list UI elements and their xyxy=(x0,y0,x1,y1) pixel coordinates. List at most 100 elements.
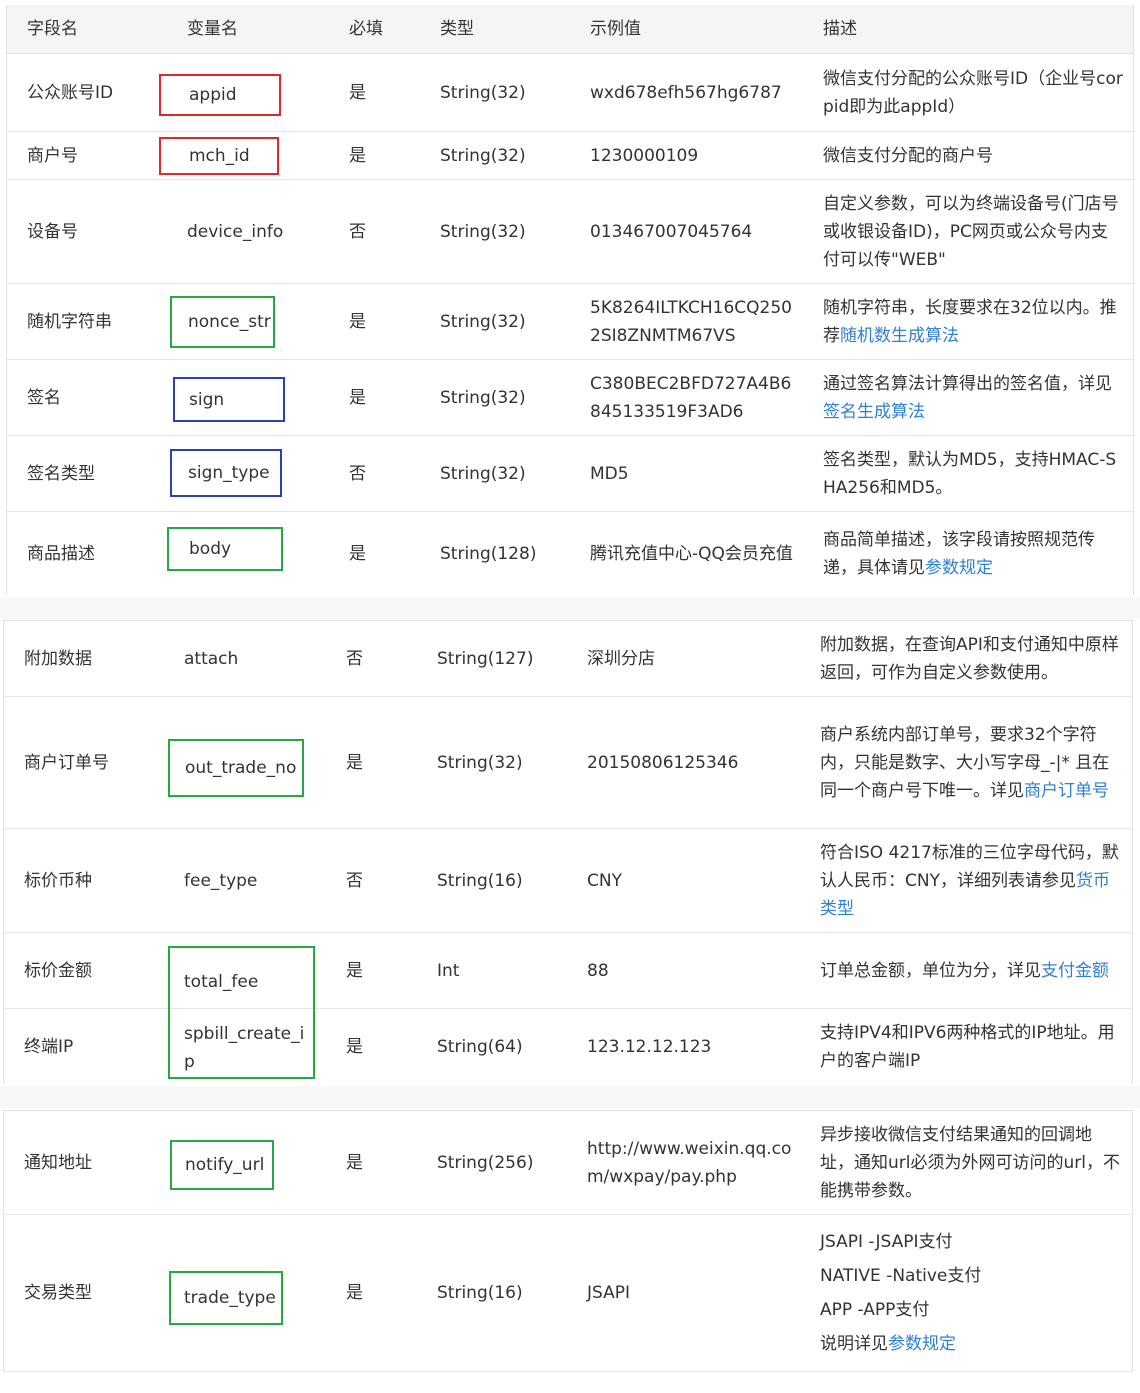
highlight-box-green: trade_type xyxy=(169,1271,283,1325)
variable-name: fee_type xyxy=(184,870,258,891)
highlight-box-blue: sign xyxy=(173,377,285,422)
field-name: 签名类型 xyxy=(27,463,95,484)
highlight-box-red: mch_id xyxy=(159,137,279,175)
type-value: Int xyxy=(437,960,460,981)
header-required: 必填 xyxy=(349,19,383,39)
required-flag: 否 xyxy=(349,221,366,242)
required-flag: 否 xyxy=(346,870,363,891)
table-row: 签名 sign 是 String(32) C380BEC2BFD727A4B68… xyxy=(7,360,1133,436)
type-value: String(127) xyxy=(437,648,534,669)
description: 商户系统内部订单号，要求32个字符内，只能是数字、大小写字母_-|* 且在同一个… xyxy=(820,697,1120,828)
type-value: String(32) xyxy=(440,463,526,484)
segment-gap xyxy=(0,1086,1140,1108)
variable-name: sign_type xyxy=(188,463,270,483)
example-value: 5K8264ILTKCH16CQ2502SI8ZNMTM67VS xyxy=(590,297,792,346)
table-row: 随机字符串 nonce_str 是 String(32) 5K8264ILTKC… xyxy=(7,284,1133,360)
table-row: 交易类型 trade_type 是 String(16) JSAPI JSAPI… xyxy=(4,1215,1132,1372)
table-row: 设备号 device_info 否 String(32) 01346700704… xyxy=(7,180,1133,284)
variable-name: trade_type xyxy=(184,1288,276,1308)
description-line: NATIVE -Native支付 xyxy=(820,1266,982,1286)
table-header: 字段名 变量名 必填 类型 示例值 描述 xyxy=(7,5,1133,54)
type-value: String(64) xyxy=(437,1037,523,1057)
type-value: String(32) xyxy=(440,145,526,166)
description: 微信支付分配的商户号 xyxy=(823,145,993,166)
highlight-box-green: out_trade_no xyxy=(168,739,304,797)
description: 通过签名算法计算得出的签名值，详见签名生成算法 xyxy=(823,360,1123,435)
header-var: 变量名 xyxy=(187,19,238,39)
description: 支持IPV4和IPV6两种格式的IP地址。用户的客户端IP xyxy=(820,1023,1115,1071)
example-value: C380BEC2BFD727A4B6845133519F3AD6 xyxy=(590,373,792,422)
field-name: 随机字符串 xyxy=(27,311,112,332)
description: 异步接收微信支付结果通知的回调地址，通知url必须为外网可访问的url，不能携带… xyxy=(820,1124,1120,1201)
type-value: String(16) xyxy=(437,870,523,891)
example-value: 013467007045764 xyxy=(590,221,753,242)
required-flag: 是 xyxy=(346,960,363,981)
type-value: String(32) xyxy=(440,387,526,408)
description: 随机字符串，长度要求在32位以内。推荐随机数生成算法 xyxy=(823,284,1123,359)
description-text: 符合ISO 4217标准的三位字母代码，默认人民币：CNY，详细列表请参见 xyxy=(820,842,1119,891)
header-desc: 描述 xyxy=(823,19,857,39)
description-link[interactable]: 商户订单号 xyxy=(1024,781,1109,801)
example-value: 123.12.12.123 xyxy=(587,1037,712,1057)
table-row: 商品描述 body 是 String(128) 腾讯充值中心-QQ会员充值 商品… xyxy=(7,512,1133,595)
description-line: JSAPI -JSAPI支付 xyxy=(820,1232,953,1252)
field-name: 签名 xyxy=(27,387,61,408)
variable-name: device_info xyxy=(187,221,284,242)
header-type: 类型 xyxy=(440,19,474,39)
example-value: MD5 xyxy=(590,463,629,484)
description: 自定义参数，可以为终端设备号(门店号或收银设备ID)，PC网页或公众号内支付可以… xyxy=(823,193,1119,270)
variable-name: body xyxy=(189,539,232,559)
table-row: 标价币种 fee_type 否 String(16) CNY 符合ISO 421… xyxy=(4,829,1132,933)
example-value: JSAPI xyxy=(587,1283,631,1303)
description-link[interactable]: 参数规定 xyxy=(925,558,993,578)
type-value: String(32) xyxy=(440,311,526,332)
required-flag: 是 xyxy=(349,387,366,408)
variable-name: nonce_str xyxy=(188,312,271,332)
example-value: http://www.weixin.qq.com/wxpay/pay.php xyxy=(587,1138,792,1187)
example-value: 20150806125346 xyxy=(587,752,739,773)
table-row: 商户号 mch_id 是 String(32) 1230000109 微信支付分… xyxy=(7,132,1133,180)
description-text: 说明详见 xyxy=(820,1334,888,1354)
highlight-box-red: appid xyxy=(159,74,281,116)
field-name: 设备号 xyxy=(27,221,78,242)
segment-gap xyxy=(0,597,1140,619)
type-value: String(32) xyxy=(440,221,526,242)
table-row: 附加数据 attach 否 String(127) 深圳分店 附加数据，在查询A… xyxy=(4,621,1132,697)
description: 微信支付分配的公众账号ID（企业号corpid即为此appId） xyxy=(823,68,1123,117)
field-name: 商户号 xyxy=(27,145,78,166)
table-row: 商户订单号 out_trade_no 是 String(32) 20150806… xyxy=(4,697,1132,829)
description-link[interactable]: 参数规定 xyxy=(888,1334,956,1354)
required-flag: 是 xyxy=(349,82,366,103)
required-flag: 否 xyxy=(349,463,366,484)
field-name: 标价金额 xyxy=(24,960,92,981)
type-value: String(16) xyxy=(437,1283,523,1303)
field-name: 标价币种 xyxy=(24,870,92,891)
table-segment-2: 附加数据 attach 否 String(127) 深圳分店 附加数据，在查询A… xyxy=(3,620,1133,1084)
highlight-box-green: nonce_str xyxy=(170,296,275,348)
table-segment-3: 通知地址 notify_url 是 String(256) http://www… xyxy=(3,1110,1133,1372)
description-text: 订单总金额，单位为分，详见 xyxy=(820,960,1041,981)
description-link[interactable]: 签名生成算法 xyxy=(823,402,925,422)
variable-name: appid xyxy=(189,85,237,105)
example-value: 腾讯充值中心-QQ会员充值 xyxy=(590,543,793,564)
required-flag: 是 xyxy=(349,311,366,332)
field-name: 通知地址 xyxy=(24,1152,92,1173)
required-flag: 是 xyxy=(346,752,363,773)
required-flag: 是 xyxy=(349,543,366,564)
type-value: String(32) xyxy=(437,752,523,773)
field-name: 商品描述 xyxy=(27,543,95,564)
description: 附加数据，在查询API和支付通知中原样返回，可作为自定义参数使用。 xyxy=(820,634,1119,683)
variable-name: sign xyxy=(189,389,225,410)
example-value: 深圳分店 xyxy=(587,648,655,669)
variable-name: total_fee xyxy=(184,972,259,992)
field-name: 公众账号ID xyxy=(27,82,114,103)
variable-name: attach xyxy=(184,648,239,669)
description: JSAPI -JSAPI支付 NATIVE -Native支付 APP -APP… xyxy=(820,1215,1120,1371)
description-link[interactable]: 随机数生成算法 xyxy=(840,326,959,346)
highlight-box-green: body xyxy=(167,527,283,571)
highlight-box-green: total_fee spbill_create_ip xyxy=(168,946,315,1079)
example-value: CNY xyxy=(587,870,622,891)
description-link[interactable]: 支付金额 xyxy=(1041,961,1109,981)
table-row: 公众账号ID appid 是 String(32) wxd678efh567hg… xyxy=(7,54,1133,132)
type-value: String(256) xyxy=(437,1152,534,1173)
